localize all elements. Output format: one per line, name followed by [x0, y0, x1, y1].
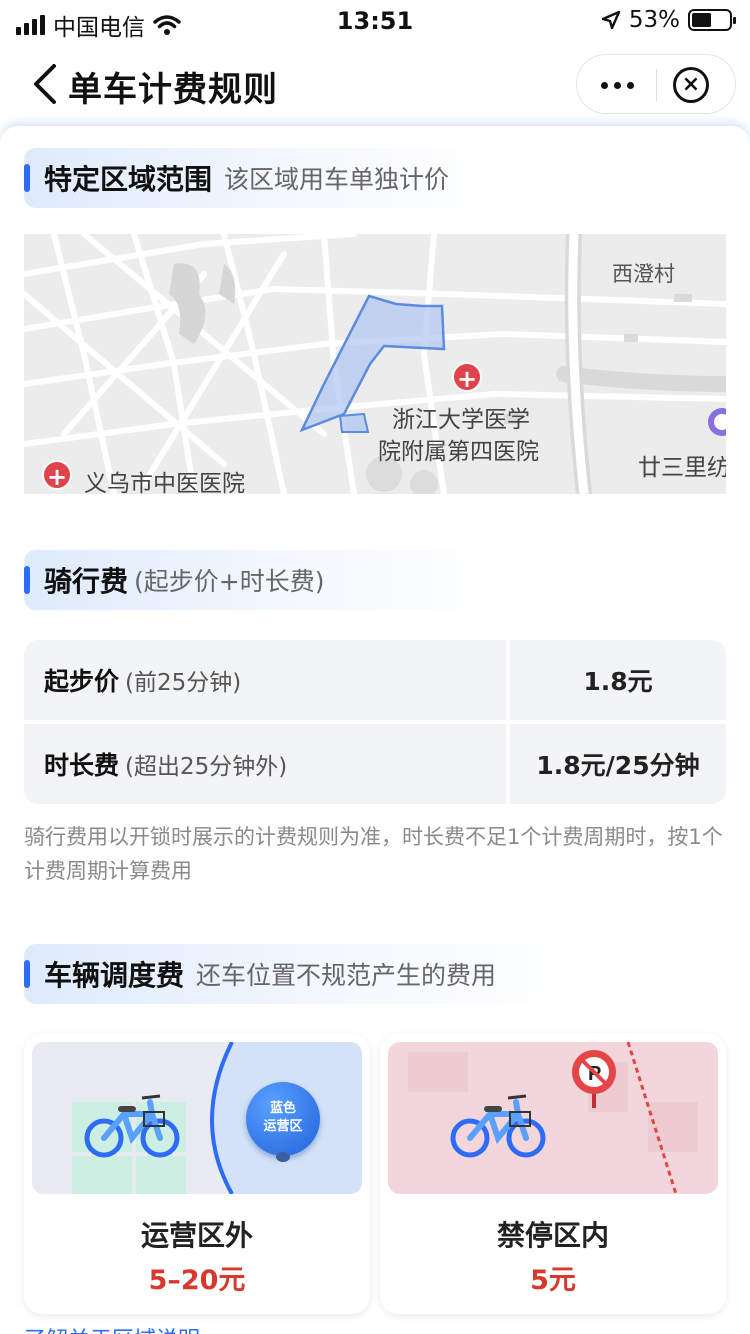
dispatch-card-price: 5–20元 — [148, 1265, 246, 1296]
hospital-icon: + — [452, 362, 482, 393]
map-label-hospital-2: 义乌市中医医院 — [84, 471, 245, 494]
section-accent-bar — [24, 566, 30, 594]
fee-hint: (前25分钟) — [125, 670, 242, 696]
no-parking-illustration: P — [388, 1042, 718, 1194]
back-icon[interactable] — [28, 62, 64, 106]
riding-section-header: 骑行费 (起步价+时长费) — [24, 550, 504, 610]
hospital-icon: + — [42, 460, 72, 491]
dispatch-card-title: 运营区外 — [140, 1219, 253, 1252]
blue-zone-marker: 蓝色 运营区 — [246, 1082, 320, 1156]
dispatch-card-outside-zone[interactable]: 蓝色 运营区 运营区外 5–20元 — [24, 1034, 370, 1314]
more-button[interactable] — [577, 55, 657, 115]
battery-fill — [692, 13, 712, 27]
dispatch-section-header: 车辆调度费 还车位置不规范产生的费用 — [24, 944, 584, 1004]
bubble-line-1: 蓝色 — [269, 1101, 296, 1116]
fee-label: 时长费 — [44, 751, 120, 780]
fee-label-cell: 起步价 (前25分钟) — [24, 640, 506, 720]
more-dot-icon — [600, 81, 608, 89]
zone-section-title: 特定区域范围 — [44, 163, 213, 196]
dispatch-card-title: 禁停区内 — [496, 1219, 609, 1252]
location-arrow-icon — [601, 10, 621, 30]
more-dot-icon — [613, 81, 621, 89]
close-icon[interactable]: × — [673, 67, 709, 103]
page-title: 单车计费规则 — [68, 70, 278, 110]
fee-table: 起步价 (前25分钟) 1.8元 时长费 (超出25分钟外) 1.8元/25分钟 — [24, 640, 726, 804]
zone-section-header: 特定区域范围 该区域用车单独计价 — [24, 148, 504, 208]
dispatch-card-price: 5元 — [530, 1265, 576, 1296]
status-right: 53% — [601, 7, 736, 33]
map-label-place-3: 廿三里纺 — [638, 455, 726, 481]
battery-icon — [688, 9, 736, 31]
section-accent-bar — [24, 164, 30, 192]
fee-hint: (超出25分钟外) — [125, 754, 288, 780]
capsule-divider — [656, 69, 657, 101]
fee-value: 1.8元 — [510, 640, 726, 720]
content-panel: 特定区域范围 该区域用车单独计价 西澄村 + 浙江大学医学 院附属第四医院 + … — [0, 126, 750, 1334]
outside-zone-illustration: 蓝色 运营区 — [32, 1042, 362, 1194]
zone-info-link[interactable]: 了解关于区域说明 > — [24, 1322, 225, 1334]
fee-value: 1.8元/25分钟 — [510, 724, 726, 804]
miniapp-capsule: × — [576, 54, 736, 114]
fee-label-cell: 时长费 (超出25分钟外) — [24, 724, 506, 804]
riding-section-title: 骑行费 — [44, 565, 129, 598]
nav-bar: 单车计费规则 × — [0, 44, 750, 124]
fee-row: 时长费 (超出25分钟外) 1.8元/25分钟 — [24, 724, 726, 804]
section-accent-bar — [24, 960, 30, 988]
battery-percent: 53% — [628, 7, 680, 33]
status-bar: 中国电信 13:51 53% — [0, 0, 750, 44]
riding-section-subtitle: (起步价+时长费) — [134, 567, 325, 596]
more-dot-icon — [626, 81, 634, 89]
no-parking-scene: P — [388, 1042, 718, 1194]
fee-note: 骑行费用以开锁时展示的计费规则为准，时长费不足1个计费周期时，按1个计费周期计算… — [24, 825, 723, 883]
fee-label: 起步价 — [44, 667, 120, 696]
marker-shadow — [276, 1152, 290, 1162]
map-label-village: 西澄村 — [612, 262, 675, 286]
map-label-hospital-1b: 院附属第四医院 — [378, 439, 539, 465]
bubble-line-2: 运营区 — [263, 1119, 303, 1134]
zone-section-subtitle: 该区域用车单独计价 — [224, 165, 450, 194]
dispatch-section-subtitle: 还车位置不规范产生的费用 — [196, 961, 497, 990]
dispatch-card-no-parking[interactable]: P 禁停区内 5元 — [380, 1034, 726, 1314]
fee-row: 起步价 (前25分钟) 1.8元 — [24, 640, 726, 720]
dispatch-section-title: 车辆调度费 — [44, 959, 185, 992]
map-label-hospital-1a: 浙江大学医学 — [392, 407, 530, 433]
zone-map[interactable]: 西澄村 + 浙江大学医学 院附属第四医院 + 义乌市中医医院 廿三里纺 — [24, 234, 726, 494]
